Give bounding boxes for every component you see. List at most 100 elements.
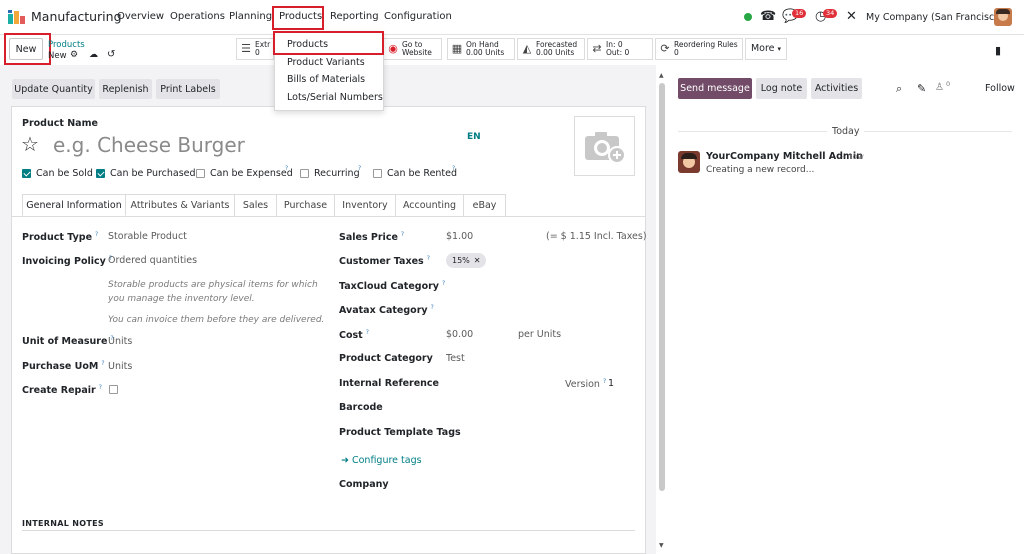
- create-repair-checkbox[interactable]: [109, 385, 118, 394]
- help-tooltip-icon[interactable]: ?: [442, 280, 445, 287]
- author-avatar[interactable]: [678, 151, 700, 173]
- paperclip-icon[interactable]: ✎: [917, 82, 926, 95]
- invoicing-policy-value[interactable]: Ordered quantities: [108, 255, 197, 266]
- tax-tag[interactable]: 15% ✕: [446, 253, 487, 268]
- scroll-up-arrow[interactable]: ▲: [659, 72, 664, 79]
- message-time: - now: [842, 152, 864, 161]
- log-note-button[interactable]: Log note: [756, 78, 807, 99]
- tab-general-information[interactable]: General Information: [22, 194, 126, 216]
- scroll-down-arrow[interactable]: ▼: [659, 542, 664, 549]
- help-tooltip-icon[interactable]: ?: [401, 231, 404, 238]
- camera-plus-icon: [584, 132, 626, 164]
- product-type-value[interactable]: Storable Product: [108, 231, 187, 242]
- cost-value[interactable]: $0.00: [446, 329, 473, 340]
- nav-operations[interactable]: Operations: [170, 11, 225, 22]
- help-tooltip-icon[interactable]: ?: [101, 360, 104, 367]
- configure-tags-link[interactable]: ➜ Configure tags: [341, 455, 422, 466]
- follow-button[interactable]: Follow: [985, 83, 1015, 94]
- phone-icon[interactable]: ☎: [760, 9, 776, 24]
- help-tooltip-icon[interactable]: ?: [99, 384, 102, 391]
- manufacturing-app-icon: [8, 9, 25, 24]
- can-be-purchased-checkbox[interactable]: [96, 169, 105, 178]
- menu-item-lots-serial-numbers[interactable]: Lots/Serial Numbers: [287, 92, 383, 103]
- language-button[interactable]: EN: [467, 132, 481, 142]
- tab-accounting[interactable]: Accounting: [396, 194, 464, 216]
- tab-inventory[interactable]: Inventory: [335, 194, 396, 216]
- help-tooltip-icon[interactable]: ?: [366, 329, 369, 336]
- smart-button-forecasted[interactable]: ◭ Forecasted 0.00 Units: [517, 38, 585, 60]
- internal-notes-divider: [22, 530, 635, 531]
- debug-tools-icon[interactable]: ✕: [846, 9, 857, 24]
- configure-tags-label: Configure tags: [351, 455, 422, 466]
- tabs-divider: [12, 216, 646, 217]
- tab-ebay[interactable]: eBay: [464, 194, 506, 216]
- replenish-button[interactable]: Replenish: [99, 79, 152, 99]
- avatax-label-text: Avatax Category: [339, 305, 428, 317]
- company-switcher[interactable]: My Company (San Francisco): [866, 12, 1004, 23]
- help-tooltip-icon[interactable]: ?: [285, 165, 288, 172]
- purchase-uom-value[interactable]: Units: [108, 361, 132, 372]
- help-tooltip-icon[interactable]: ?: [452, 165, 455, 172]
- product-category-value[interactable]: Test: [446, 353, 465, 364]
- nav-overview[interactable]: Overview: [117, 11, 164, 22]
- form-scrollbar-thumb[interactable]: [659, 83, 665, 491]
- user-avatar[interactable]: [994, 8, 1012, 26]
- cloud-save-icon[interactable]: ☁: [89, 50, 98, 60]
- smart-button-reordering[interactable]: ⟳ Reordering Rules 0: [655, 38, 743, 60]
- tab-sales[interactable]: Sales: [235, 194, 277, 216]
- tab-attributes-variants[interactable]: Attributes & Variants: [126, 194, 235, 216]
- send-message-button[interactable]: Send message: [678, 78, 752, 99]
- product-category-label: Product Category: [339, 353, 433, 364]
- uom-value[interactable]: Units: [108, 336, 132, 347]
- can-be-rented-checkbox[interactable]: [373, 169, 382, 178]
- recurring-checkbox[interactable]: [300, 169, 309, 178]
- smart-button-line2: 0.00 Units: [536, 48, 575, 57]
- sales-price-value[interactable]: $1.00: [446, 231, 473, 242]
- version-value: 1: [608, 378, 615, 389]
- smart-button-website[interactable]: ◉ Go to Website: [383, 38, 442, 60]
- remove-tag-icon[interactable]: ✕: [474, 256, 481, 265]
- smart-button-on-hand[interactable]: ▦ On Hand 0.00 Units: [447, 38, 515, 60]
- globe-icon: ◉: [388, 41, 398, 55]
- nav-configuration[interactable]: Configuration: [384, 11, 452, 22]
- smart-button-in-out[interactable]: ⇄ In: 0 Out: 0: [587, 38, 653, 60]
- help-tooltip-icon[interactable]: ?: [431, 304, 434, 311]
- more-button[interactable]: More ▾: [745, 38, 787, 60]
- can-be-sold-checkbox[interactable]: [22, 169, 31, 178]
- app-brand[interactable]: Manufacturing: [8, 9, 122, 24]
- product-type-label: Product Type?: [22, 231, 98, 243]
- smart-button-extra[interactable]: ☰ Extr 0: [236, 38, 274, 60]
- print-labels-button[interactable]: Print Labels: [156, 79, 220, 99]
- update-quantity-button[interactable]: Update Quantity: [12, 79, 95, 99]
- product-image-upload[interactable]: [574, 116, 635, 176]
- smart-button-line2: Out: 0: [606, 48, 630, 57]
- date-separator-today: Today: [827, 126, 865, 137]
- gear-icon[interactable]: ⚙: [70, 50, 78, 60]
- nav-planning[interactable]: Planning: [229, 11, 272, 22]
- help-tooltip-icon[interactable]: ?: [358, 165, 361, 172]
- can-be-expensed-checkbox[interactable]: [196, 169, 205, 178]
- product-name-input[interactable]: e.g. Cheese Burger: [53, 133, 245, 157]
- menu-item-product-variants[interactable]: Product Variants: [287, 57, 365, 68]
- nav-reporting[interactable]: Reporting: [330, 11, 379, 22]
- product-name-label: Product Name: [22, 118, 98, 129]
- mobile-preview-icon[interactable]: ▮: [995, 44, 1001, 57]
- favorite-star-icon[interactable]: ☆: [21, 132, 39, 156]
- message-author[interactable]: YourCompany Mitchell Admin: [706, 151, 863, 162]
- refresh-icon: ⟳: [660, 41, 670, 55]
- help-text-storable: Storable products are physical items for…: [108, 280, 318, 304]
- search-icon[interactable]: ⌕: [896, 82, 902, 96]
- help-tooltip-icon[interactable]: ?: [427, 255, 430, 262]
- recurring-label: Recurring: [314, 168, 360, 179]
- discard-icon[interactable]: ↺: [107, 49, 115, 60]
- product-type-label-text: Product Type: [22, 232, 93, 244]
- help-tooltip-icon[interactable]: ?: [603, 378, 606, 385]
- can-be-rented-label: Can be Rented: [387, 168, 458, 179]
- activities-button[interactable]: Activities: [811, 78, 862, 99]
- menu-item-bills-of-materials[interactable]: Bills of Materials: [287, 74, 365, 85]
- breadcrumb-products[interactable]: Products: [48, 40, 85, 50]
- message-body: Creating a new record...: [706, 165, 815, 175]
- help-tooltip-icon[interactable]: ?: [95, 231, 98, 238]
- followers-icon[interactable]: ♙: [935, 82, 944, 93]
- tab-purchase[interactable]: Purchase: [277, 194, 335, 216]
